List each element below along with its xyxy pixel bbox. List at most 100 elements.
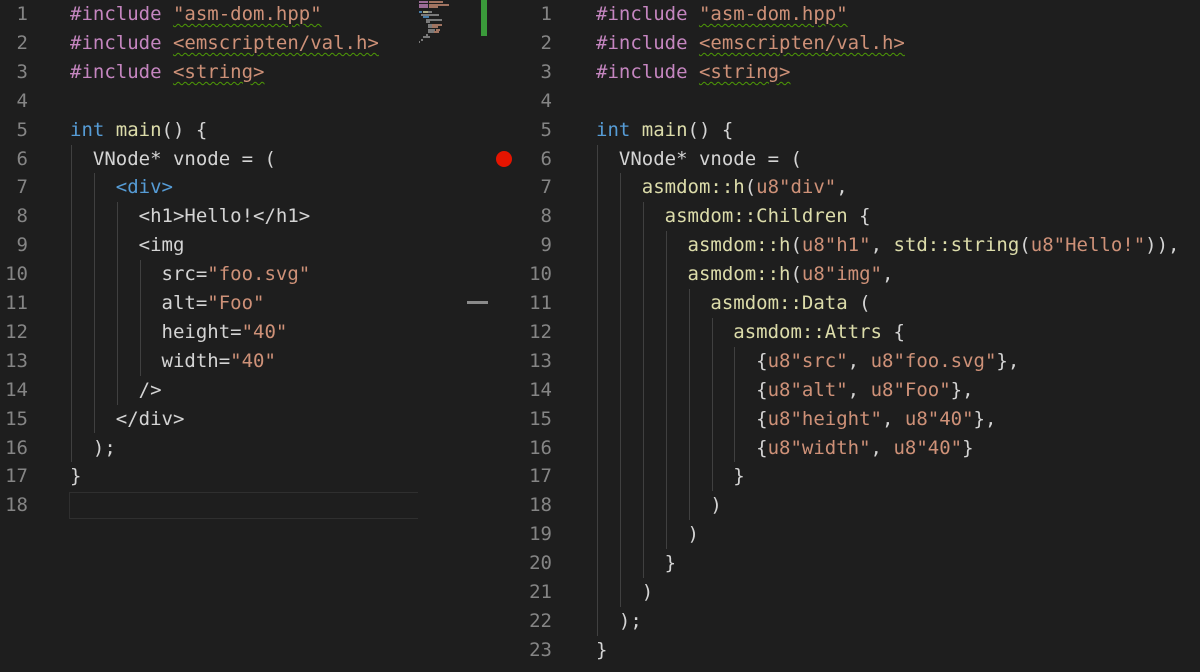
code-line[interactable]: 22 ); [488, 607, 1200, 636]
code-line[interactable]: 4 [488, 87, 1200, 116]
code-line[interactable]: 8 <h1>Hello!</h1> [0, 202, 418, 231]
code-text[interactable]: /> [70, 376, 162, 405]
right-editor-pane[interactable]: 1 #include "asm-dom.hpp" 2 #include <emscri… [488, 0, 1200, 672]
scrollbar-position-marker[interactable] [467, 301, 488, 304]
code-token: , [836, 176, 848, 199]
code-token: }, [973, 407, 997, 430]
code-text[interactable]: VNode* vnode = ( [596, 145, 802, 174]
code-line[interactable]: 17 } [488, 462, 1200, 491]
code-text[interactable]: asmdom::Children { [596, 202, 871, 231]
code-text[interactable]: asmdom::Data ( [596, 289, 870, 318]
code-text[interactable]: {u8"height", u8"40"}, [596, 405, 996, 434]
code-line[interactable]: 18 ) [488, 491, 1200, 520]
code-text[interactable]: #include <emscripten/val.h> [70, 29, 379, 58]
code-text[interactable]: <img [70, 231, 185, 260]
code-text[interactable]: {u8"src", u8"foo.svg"}, [596, 347, 1019, 376]
code-line[interactable]: 8 asmdom::Children { [488, 202, 1200, 231]
line-number: 15 [5, 407, 28, 430]
code-token: , [870, 436, 894, 459]
code-text[interactable]: ) [596, 578, 653, 607]
code-text[interactable]: asmdom::Attrs { [596, 318, 905, 347]
code-line[interactable]: 12 asmdom::Attrs { [488, 318, 1200, 347]
minimap-stroke [419, 6, 428, 8]
code-line[interactable]: 7 <div> [0, 173, 418, 202]
code-text[interactable]: ); [596, 607, 642, 636]
code-line[interactable]: 15 </div> [0, 405, 418, 434]
code-text[interactable]: } [70, 462, 81, 491]
code-text[interactable]: asmdom::h(u8"h1", std::string(u8"Hello!"… [596, 231, 1180, 260]
code-line[interactable]: 11 alt="Foo" [0, 289, 418, 318]
code-text[interactable]: ) [596, 520, 699, 549]
code-line[interactable]: 14 /> [0, 376, 418, 405]
code-line[interactable]: 10 asmdom::h(u8"img", [488, 260, 1200, 289]
code-line[interactable]: 14 {u8"alt", u8"Foo"}, [488, 376, 1200, 405]
code-line[interactable]: 6 VNode* vnode = ( [0, 145, 418, 174]
code-text[interactable]: height="40" [70, 318, 288, 347]
code-line[interactable]: 4 [0, 87, 418, 116]
code-line[interactable]: 10 src="foo.svg" [0, 260, 418, 289]
code-token: , [847, 378, 871, 401]
code-line[interactable]: 11 asmdom::Data ( [488, 289, 1200, 318]
code-text[interactable]: <h1>Hello!</h1> [70, 202, 311, 231]
code-line[interactable]: 2 #include <emscripten/val.h> [0, 29, 418, 58]
code-text[interactable]: int main() { [596, 116, 733, 145]
code-line[interactable]: 5 int main() { [0, 116, 418, 145]
code-line[interactable]: 16 ); [0, 434, 418, 463]
code-line[interactable]: 19 ) [488, 520, 1200, 549]
code-text[interactable]: </div> [70, 405, 185, 434]
code-text[interactable]: width="40" [70, 347, 276, 376]
code-text[interactable]: asmdom::h(u8"img", [596, 260, 894, 289]
code-line[interactable]: 9 <img [0, 231, 418, 260]
code-line[interactable]: 9 asmdom::h(u8"h1", std::string(u8"Hello… [488, 231, 1200, 260]
line-number: 22 [529, 609, 552, 632]
code-line[interactable]: 23} [488, 636, 1200, 665]
code-line[interactable]: 5 int main() { [488, 116, 1200, 145]
code-text[interactable]: } [596, 636, 607, 665]
code-line[interactable]: 17} [0, 462, 418, 491]
code-text[interactable]: ) [596, 491, 721, 520]
code-token: }, [996, 349, 1020, 372]
code-text[interactable]: asmdom::h(u8"div", [596, 173, 848, 202]
code-text[interactable]: #include <emscripten/val.h> [596, 29, 905, 58]
code-text[interactable]: #include <string> [596, 58, 790, 87]
code-line[interactable]: 15 {u8"height", u8"40"}, [488, 405, 1200, 434]
code-token: { [847, 205, 871, 228]
code-text[interactable]: #include "asm-dom.hpp" [70, 0, 322, 29]
code-text[interactable]: {u8"width", u8"40"} [596, 434, 973, 463]
code-text[interactable]: } [596, 462, 744, 491]
code-line[interactable]: 6 VNode* vnode = ( [488, 145, 1200, 174]
code-line[interactable]: 13 {u8"src", u8"foo.svg"}, [488, 347, 1200, 376]
code-text[interactable]: } [596, 549, 676, 578]
code-line[interactable]: 20 } [488, 549, 1200, 578]
code-line[interactable]: 2 #include <emscripten/val.h> [488, 29, 1200, 58]
code-line[interactable]: 3 #include <string> [0, 58, 418, 87]
code-line[interactable]: 7 asmdom::h(u8"div", [488, 173, 1200, 202]
code-line[interactable]: 1 #include "asm-dom.hpp" [0, 0, 418, 29]
code-token: ) [596, 581, 654, 603]
code-text[interactable]: #include <string> [70, 58, 264, 87]
code-text[interactable]: src="foo.svg" [70, 260, 311, 289]
string-token: u8"Hello!" [1030, 234, 1146, 257]
code-text[interactable]: <div> [70, 173, 173, 202]
code-line[interactable]: 13 width="40" [0, 347, 418, 376]
code-token: { [882, 320, 905, 343]
code-line[interactable]: 16 {u8"width", u8"40"} [488, 434, 1200, 463]
code-text[interactable]: VNode* vnode = ( [70, 145, 276, 174]
left-editor-pane[interactable]: 1 #include "asm-dom.hpp" 2 #include <emscri… [0, 0, 488, 672]
left-scrollbar[interactable] [468, 0, 488, 672]
code-line[interactable]: 1 #include "asm-dom.hpp" [488, 0, 1200, 29]
line-number: 12 [529, 320, 552, 343]
code-text[interactable]: alt="Foo" [70, 289, 265, 318]
code-text[interactable]: #include "asm-dom.hpp" [596, 0, 848, 29]
breakpoint-icon[interactable] [496, 151, 512, 167]
code-line[interactable]: 21 ) [488, 578, 1200, 607]
code-text[interactable]: {u8"alt", u8"Foo"}, [596, 376, 973, 405]
code-line[interactable]: 12 height="40" [0, 318, 418, 347]
minimap[interactable] [418, 0, 468, 672]
code-line[interactable]: 3 #include <string> [488, 58, 1200, 87]
string-token: <string> [172, 60, 265, 83]
code-text[interactable]: ); [70, 434, 116, 463]
code-text[interactable]: int main() { [70, 116, 207, 145]
